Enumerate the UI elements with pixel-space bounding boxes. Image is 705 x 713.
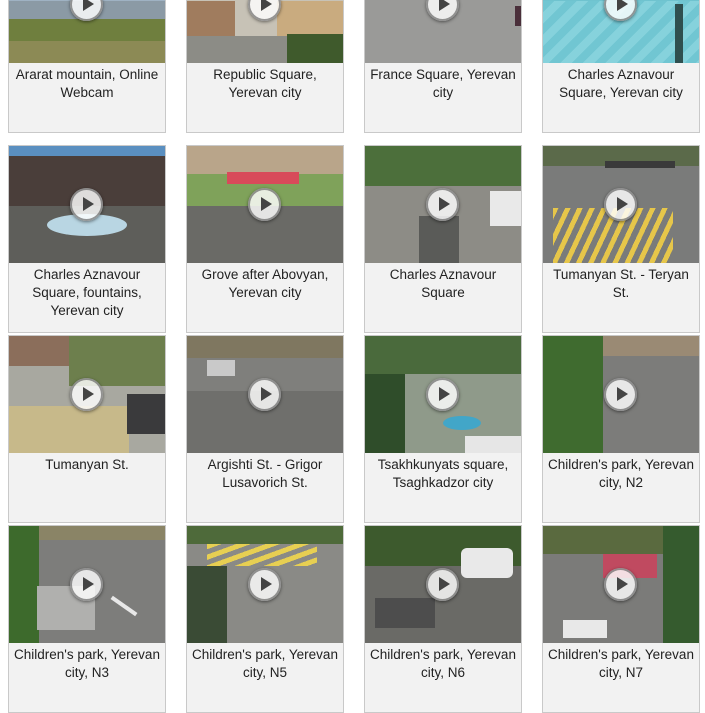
play-icon[interactable] [70,378,103,411]
webcam-title[interactable]: Children's park, Yerevan city, N2 [543,456,699,492]
play-icon[interactable] [248,378,281,411]
play-icon[interactable] [426,568,459,601]
webcam-tile[interactable]: Children's park, Yerevan city, N3 [8,525,166,713]
webcam-title[interactable]: Children's park, Yerevan city, N5 [187,646,343,682]
webcam-title[interactable]: Charles Aznavour Square, Yerevan city [543,66,699,102]
webcam-title[interactable]: Children's park, Yerevan city, N7 [543,646,699,682]
webcam-tile[interactable]: Ararat mountain, Online Webcam [8,0,166,133]
webcam-thumbnail[interactable] [365,146,521,263]
webcam-title[interactable]: Tumanyan St. [9,456,165,474]
webcam-title[interactable]: Argishti St. - Grigor Lusavorich St. [187,456,343,492]
play-icon[interactable] [70,568,103,601]
play-icon[interactable] [604,188,637,221]
webcam-tile[interactable]: France Square, Yerevan city [364,0,522,133]
webcam-tile[interactable]: Charles Aznavour Square, fountains, Yere… [8,145,166,333]
play-icon[interactable] [248,188,281,221]
webcam-tile[interactable]: Tumanyan St. [8,335,166,523]
webcam-thumbnail[interactable] [187,0,343,63]
play-icon[interactable] [426,378,459,411]
webcam-grid: Ararat mountain, Online Webcam Republic … [0,0,705,713]
webcam-tile[interactable]: Tsakhkunyats square, Tsaghkadzor city [364,335,522,523]
webcam-title[interactable]: Charles Aznavour Square, fountains, Yere… [9,266,165,320]
webcam-tile[interactable]: Tumanyan St. - Teryan St. [542,145,700,333]
webcam-title[interactable]: Tumanyan St. - Teryan St. [543,266,699,302]
webcam-title[interactable]: Charles Aznavour Square [365,266,521,302]
webcam-title[interactable]: Tsakhkunyats square, Tsaghkadzor city [365,456,521,492]
webcam-title[interactable]: Republic Square, Yerevan city [187,66,343,102]
play-icon[interactable] [604,378,637,411]
play-icon[interactable] [70,188,103,221]
webcam-tile[interactable]: Grove after Abovyan, Yerevan city [186,145,344,333]
webcam-title[interactable]: France Square, Yerevan city [365,66,521,102]
webcam-title[interactable]: Children's park, Yerevan city, N3 [9,646,165,682]
webcam-title[interactable]: Grove after Abovyan, Yerevan city [187,266,343,302]
webcam-tile[interactable]: Children's park, Yerevan city, N7 [542,525,700,713]
webcam-thumbnail[interactable] [9,146,165,263]
webcam-tile[interactable]: Charles Aznavour Square [364,145,522,333]
webcam-thumbnail[interactable] [543,146,699,263]
webcam-thumbnail[interactable] [543,526,699,643]
webcam-tile[interactable]: Argishti St. - Grigor Lusavorich St. [186,335,344,523]
webcam-thumbnail[interactable] [9,0,165,63]
webcam-thumbnail[interactable] [187,526,343,643]
play-icon[interactable] [248,568,281,601]
webcam-thumbnail[interactable] [187,336,343,453]
webcam-thumbnail[interactable] [543,0,699,63]
webcam-tile[interactable]: Charles Aznavour Square, Yerevan city [542,0,700,133]
webcam-title[interactable]: Children's park, Yerevan city, N6 [365,646,521,682]
play-icon[interactable] [604,568,637,601]
webcam-tile[interactable]: Children's park, Yerevan city, N2 [542,335,700,523]
webcam-thumbnail[interactable] [187,146,343,263]
webcam-thumbnail[interactable] [365,0,521,63]
webcam-thumbnail[interactable] [365,526,521,643]
webcam-tile[interactable]: Children's park, Yerevan city, N5 [186,525,344,713]
webcam-tile[interactable]: Republic Square, Yerevan city [186,0,344,133]
play-icon[interactable] [426,188,459,221]
webcam-thumbnail[interactable] [543,336,699,453]
webcam-thumbnail[interactable] [365,336,521,453]
webcam-thumbnail[interactable] [9,336,165,453]
webcam-title[interactable]: Ararat mountain, Online Webcam [9,66,165,102]
webcam-thumbnail[interactable] [9,526,165,643]
webcam-tile[interactable]: Children's park, Yerevan city, N6 [364,525,522,713]
